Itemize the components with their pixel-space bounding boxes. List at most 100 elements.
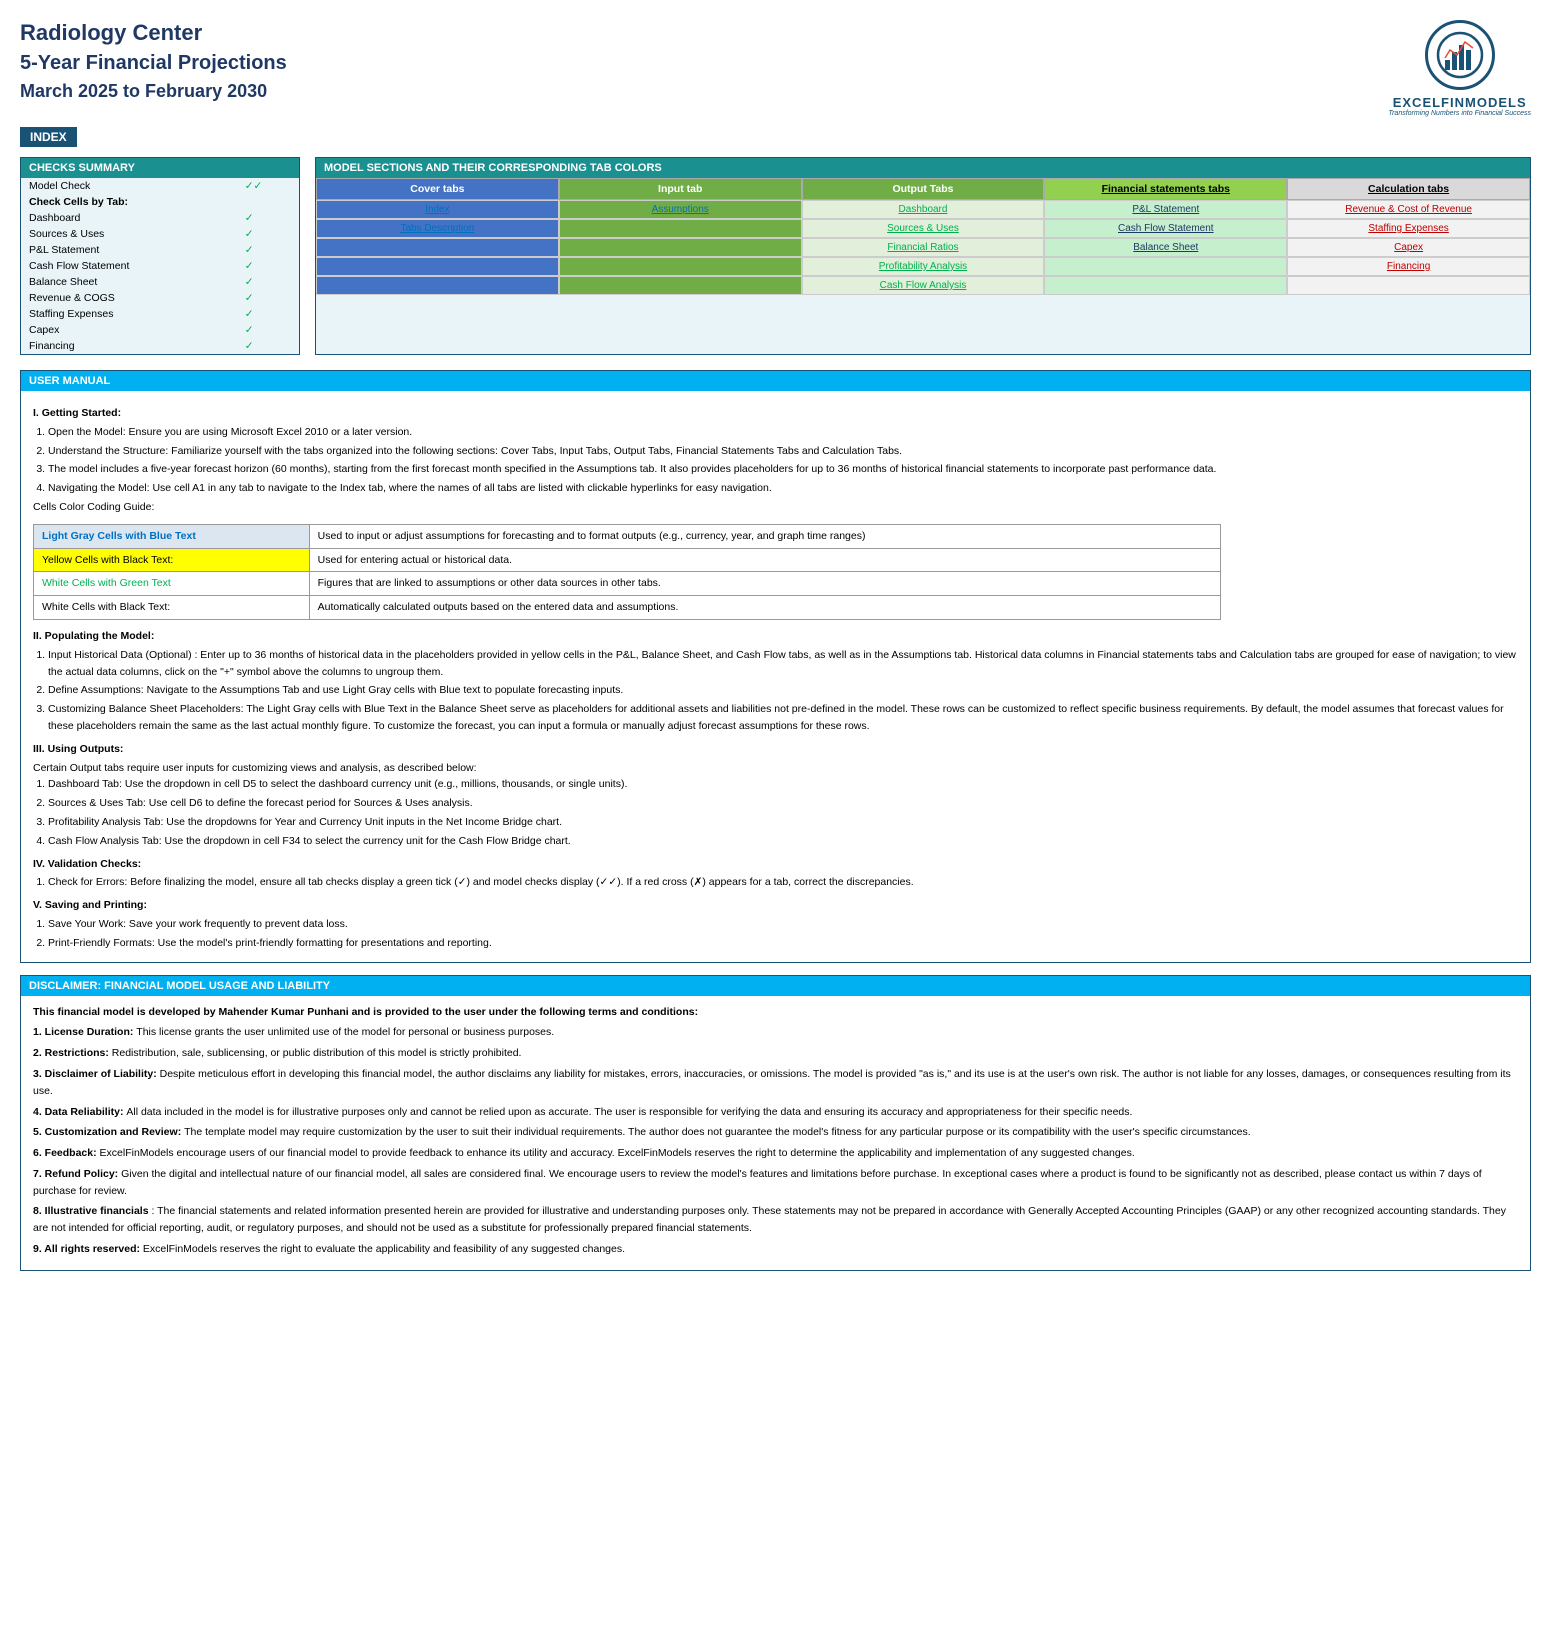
section-cell[interactable]: Dashboard xyxy=(802,200,1045,219)
checks-header: CHECKS SUMMARY xyxy=(21,158,299,178)
section-cell[interactable]: Tabs Description xyxy=(316,219,559,238)
disclaimer-intro: This financial model is developed by Mah… xyxy=(33,1004,1518,1021)
getting-started-title: I. Getting Started: xyxy=(33,405,1518,422)
section-cell[interactable]: Financial Ratios xyxy=(802,238,1045,257)
color-guide-table: Light Gray Cells with Blue TextUsed to i… xyxy=(33,524,1221,620)
check-label: Model Check xyxy=(21,178,237,194)
populating-item: Define Assumptions: Navigate to the Assu… xyxy=(48,682,1518,699)
disclaimer-item-text: This license grants the user unlimited u… xyxy=(136,1026,554,1038)
logo-text: EXCELFINMODELS xyxy=(1393,95,1527,110)
section-cell xyxy=(1287,276,1530,295)
check-value: ✓ xyxy=(237,274,299,290)
color-guide-cell: Light Gray Cells with Blue Text xyxy=(34,524,310,548)
check-label: Staffing Expenses xyxy=(21,306,237,322)
col-header-financial: Financial statements tabs xyxy=(1044,178,1287,200)
section-cell[interactable]: P&L Statement xyxy=(1044,200,1287,219)
section-cell[interactable]: Index xyxy=(316,200,559,219)
getting-started-item: Cells Color Coding Guide: xyxy=(33,499,1518,516)
color-guide-desc: Used for entering actual or historical d… xyxy=(309,548,1220,572)
page-header: Radiology Center 5-Year Financial Projec… xyxy=(20,20,1531,117)
disclaimer-item-title: 8. Illustrative financials xyxy=(33,1205,151,1217)
disclaimer-item-title: 5. Customization and Review: xyxy=(33,1126,184,1138)
getting-started-item: Open the Model: Ensure you are using Mic… xyxy=(48,424,1518,441)
color-guide-desc: Automatically calculated outputs based o… xyxy=(309,596,1220,620)
disclaimer-item: 4. Data Reliability: All data included i… xyxy=(33,1104,1518,1121)
section-cell xyxy=(316,257,559,276)
validation-list: Check for Errors: Before finalizing the … xyxy=(48,874,1518,891)
user-manual-content: I. Getting Started: Open the Model: Ensu… xyxy=(21,391,1530,962)
getting-started-list: Open the Model: Ensure you are using Mic… xyxy=(48,424,1518,516)
outputs-intro: Certain Output tabs require user inputs … xyxy=(33,760,1518,777)
logo-tagline: Transforming Numbers into Financial Succ… xyxy=(1388,110,1531,117)
model-sections-table: MODEL SECTIONS AND THEIR CORRESPONDING T… xyxy=(315,157,1531,355)
user-manual-header: USER MANUAL xyxy=(21,371,1530,391)
section-cell[interactable]: Profitability Analysis xyxy=(802,257,1045,276)
check-value: ✓ xyxy=(237,242,299,258)
check-value: ✓ xyxy=(237,290,299,306)
checks-summary-table: CHECKS SUMMARY Model Check✓✓Check Cells … xyxy=(20,157,300,355)
populating-item: Input Historical Data (Optional) : Enter… xyxy=(48,647,1518,681)
check-label: Revenue & COGS xyxy=(21,290,237,306)
outputs-item: Dashboard Tab: Use the dropdown in cell … xyxy=(48,776,1518,793)
section-cell[interactable]: Cash Flow Statement xyxy=(1044,219,1287,238)
saving-title: V. Saving and Printing: xyxy=(33,897,1518,914)
disclaimer-item: 3. Disclaimer of Liability: Despite meti… xyxy=(33,1066,1518,1100)
section-cell[interactable]: Cash Flow Analysis xyxy=(802,276,1045,295)
section-cell[interactable]: Capex xyxy=(1287,238,1530,257)
color-guide-cell: Yellow Cells with Black Text: xyxy=(34,548,310,572)
check-label: Financing xyxy=(21,338,237,354)
check-label: Balance Sheet xyxy=(21,274,237,290)
disclaimer-item: 6. Feedback: ExcelFinModels encourage us… xyxy=(33,1145,1518,1162)
check-label: Sources & Uses xyxy=(21,226,237,242)
disclaimer-item: 9. All rights reserved: ExcelFinModels r… xyxy=(33,1241,1518,1258)
check-value xyxy=(237,194,299,210)
section-cell[interactable]: Revenue & Cost of Revenue xyxy=(1287,200,1530,219)
saving-item: Print-Friendly Formats: Use the model's … xyxy=(48,935,1518,952)
logo-icon xyxy=(1435,30,1485,80)
disclaimer-item: 5. Customization and Review: The templat… xyxy=(33,1124,1518,1141)
populating-item: Customizing Balance Sheet Placeholders: … xyxy=(48,701,1518,735)
color-guide-cell: White Cells with Green Text xyxy=(34,572,310,596)
title-dates: March 2025 to February 2030 xyxy=(20,81,287,102)
getting-started-item: Understand the Structure: Familiarize yo… xyxy=(48,443,1518,460)
getting-started-item: Navigating the Model: Use cell A1 in any… xyxy=(48,480,1518,497)
populating-title: II. Populating the Model: xyxy=(33,628,1518,645)
check-value: ✓ xyxy=(237,322,299,338)
col-header-output: Output Tabs xyxy=(802,178,1045,200)
model-sections-header: MODEL SECTIONS AND THEIR CORRESPONDING T… xyxy=(316,158,1530,178)
disclaimer-item-title: 1. License Duration: xyxy=(33,1026,136,1038)
saving-item: Save Your Work: Save your work frequentl… xyxy=(48,916,1518,933)
check-label: Dashboard xyxy=(21,210,237,226)
outputs-list: Dashboard Tab: Use the dropdown in cell … xyxy=(48,776,1518,849)
validation-item: Check for Errors: Before finalizing the … xyxy=(48,874,1518,891)
outputs-title: III. Using Outputs: xyxy=(33,741,1518,758)
section-cell[interactable]: Balance Sheet xyxy=(1044,238,1287,257)
section-cell[interactable]: Sources & Uses xyxy=(802,219,1045,238)
header-titles: Radiology Center 5-Year Financial Projec… xyxy=(20,20,287,112)
disclaimer-item-text: Given the digital and intellectual natur… xyxy=(33,1168,1482,1197)
user-manual-section: USER MANUAL I. Getting Started: Open the… xyxy=(20,370,1531,963)
disclaimer-item: 2. Restrictions: Redistribution, sale, s… xyxy=(33,1045,1518,1062)
section-cell[interactable]: Assumptions xyxy=(559,200,802,219)
disclaimer-item-text: Redistribution, sale, sublicensing, or p… xyxy=(112,1047,522,1059)
logo-circle xyxy=(1425,20,1495,90)
col-header-input: Input tab xyxy=(559,178,802,200)
check-label: Capex xyxy=(21,322,237,338)
section-cell xyxy=(1044,276,1287,295)
disclaimer-item-text: ExcelFinModels reserves the right to eva… xyxy=(143,1243,625,1255)
disclaimer-item-text: Despite meticulous effort in developing … xyxy=(33,1068,1511,1097)
disclaimer-item-title: 3. Disclaimer of Liability: xyxy=(33,1068,160,1080)
color-guide-desc: Used to input or adjust assumptions for … xyxy=(309,524,1220,548)
disclaimer-item: 1. License Duration: This license grants… xyxy=(33,1024,1518,1041)
disclaimer-item: 7. Refund Policy: Given the digital and … xyxy=(33,1166,1518,1200)
disclaimer-items: 1. License Duration: This license grants… xyxy=(33,1024,1518,1258)
disclaimer-item-title: 4. Data Reliability: xyxy=(33,1106,126,1118)
title-radiology: Radiology Center xyxy=(20,20,287,46)
section-cell[interactable]: Financing xyxy=(1287,257,1530,276)
section-cell[interactable]: Staffing Expenses xyxy=(1287,219,1530,238)
check-value: ✓✓ xyxy=(237,178,299,194)
index-label: INDEX xyxy=(20,127,77,147)
check-value: ✓ xyxy=(237,258,299,274)
section-cell xyxy=(1044,257,1287,276)
check-label: P&L Statement xyxy=(21,242,237,258)
